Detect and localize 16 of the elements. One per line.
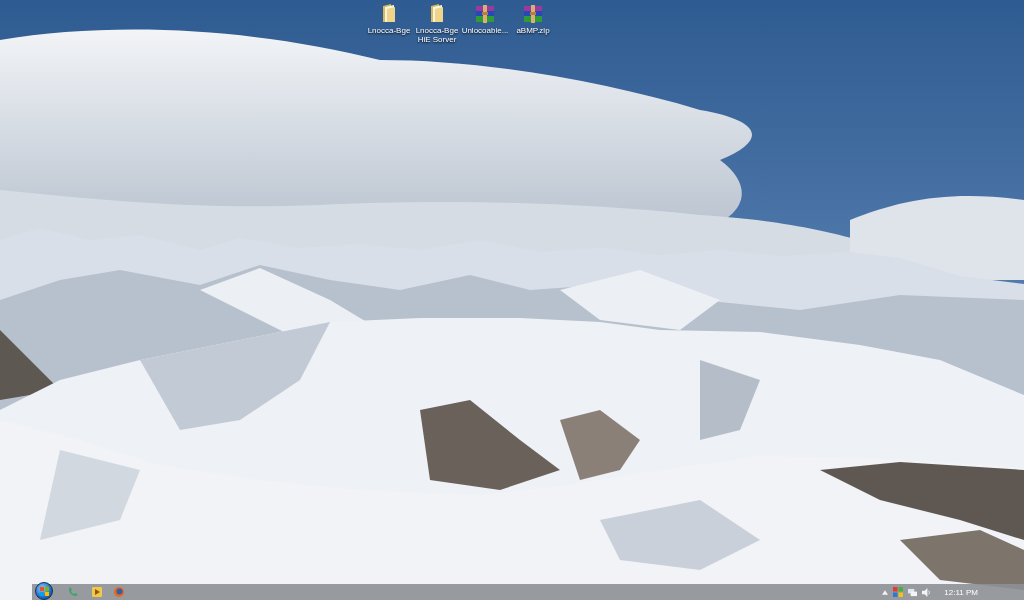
desktop-shortcut[interactable]: Lnocca-Bge HiE Sorver [413, 3, 461, 44]
start-button[interactable] [35, 582, 53, 600]
stacked-books-icon [475, 5, 495, 23]
folder-icon [382, 3, 396, 23]
volume-icon[interactable] [922, 587, 932, 597]
desktop-shortcut[interactable]: Unlocoable... [461, 3, 509, 44]
stacked-books-icon [523, 5, 543, 23]
windows-logo-icon [39, 586, 49, 596]
chevron-up-icon[interactable] [882, 589, 889, 595]
desktop-shortcut[interactable]: Lnocca-Bge [365, 3, 413, 44]
folder-icon [430, 3, 444, 23]
globe-icon[interactable] [114, 587, 124, 597]
desktop-shortcut[interactable]: aBMP.zip [509, 3, 557, 44]
play-tile-icon[interactable] [92, 587, 102, 597]
flag-icon[interactable] [893, 587, 904, 597]
network-icon[interactable] [908, 587, 918, 597]
